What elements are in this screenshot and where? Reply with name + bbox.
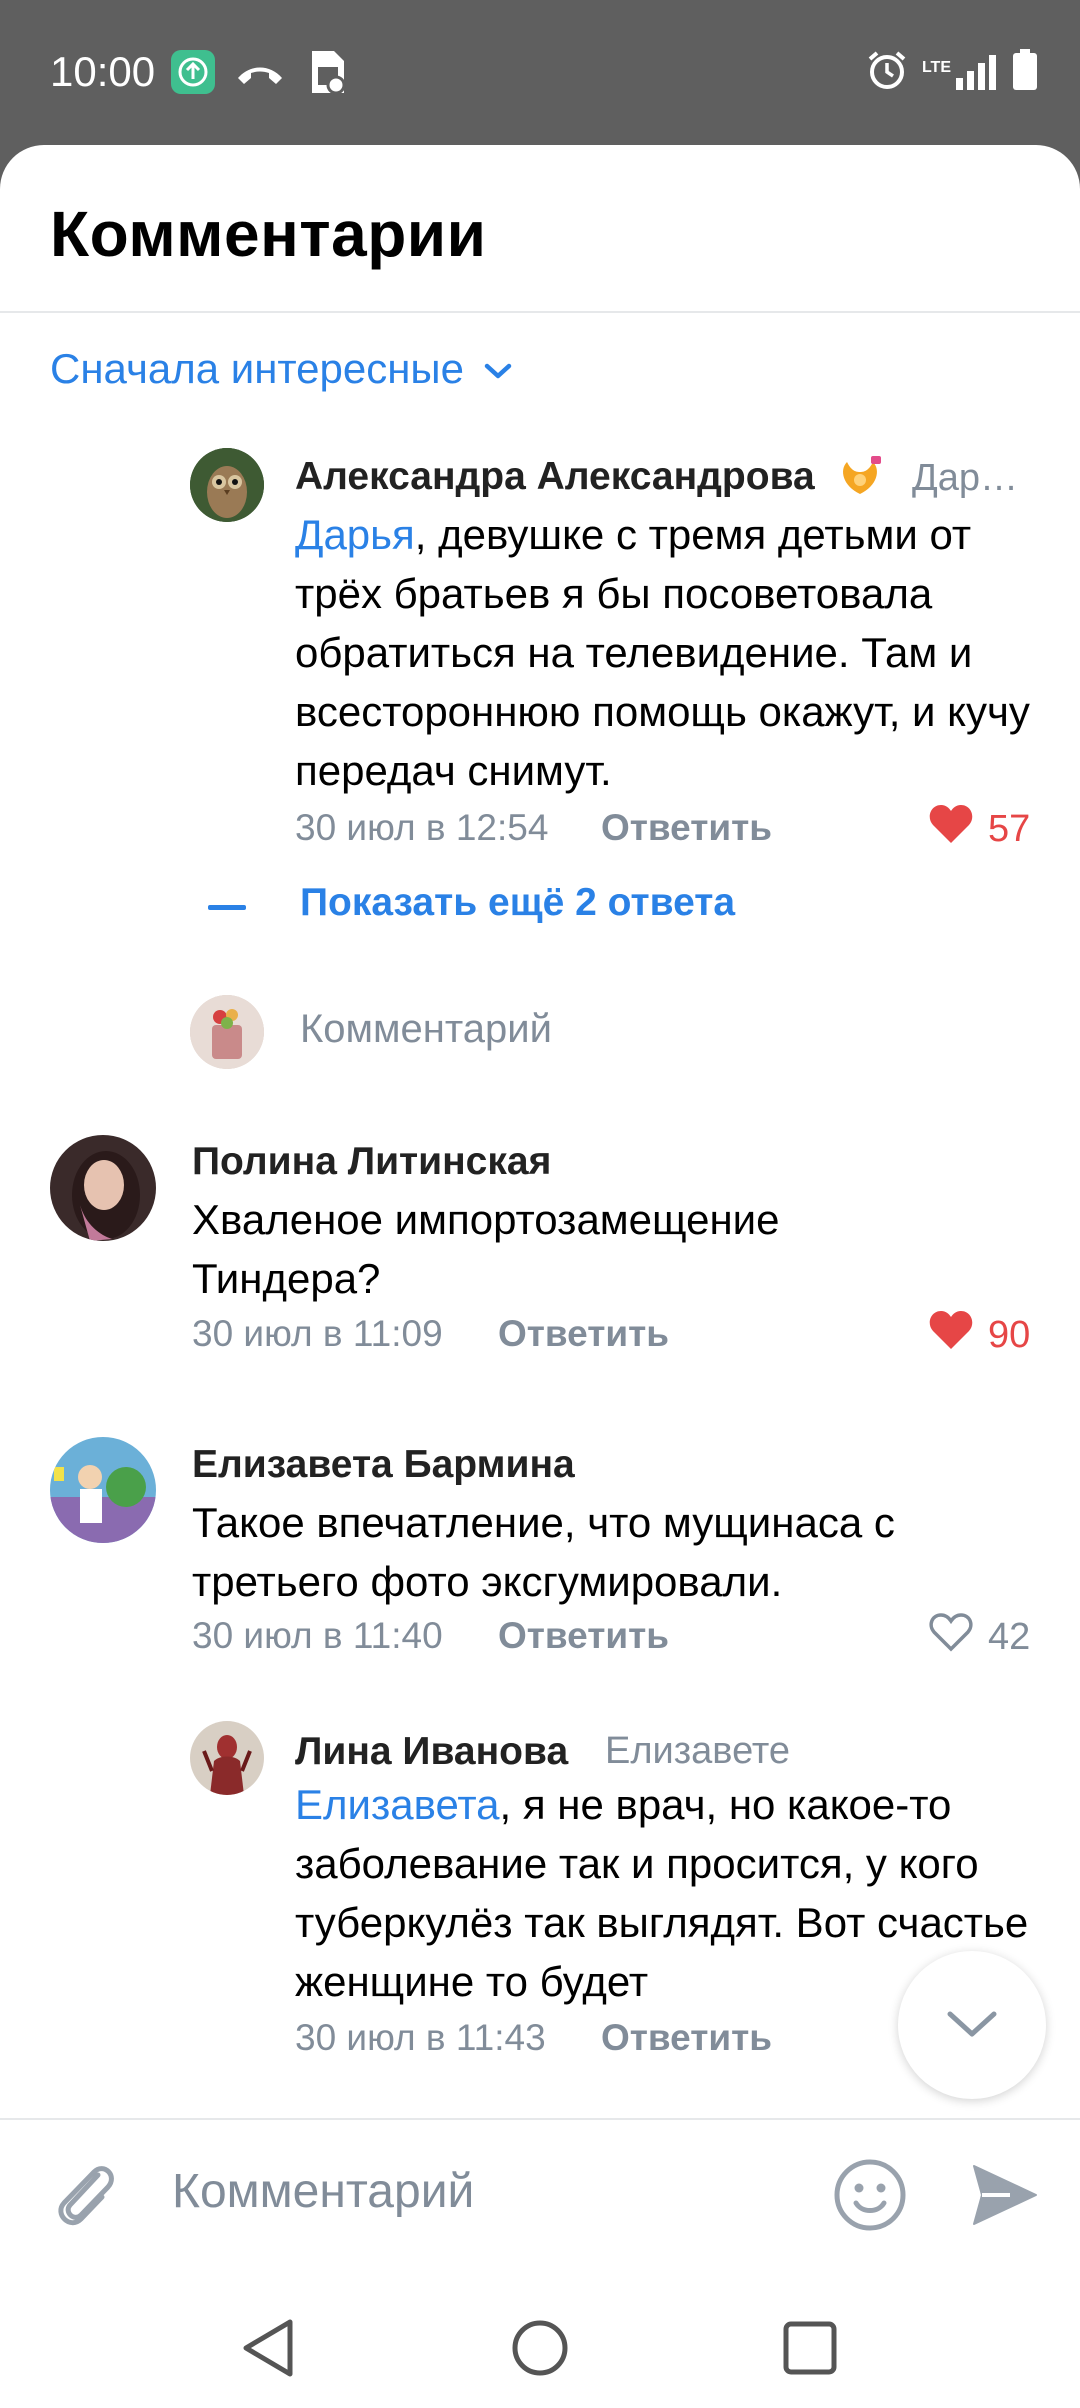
- emoji-icon[interactable]: [825, 2150, 915, 2240]
- comment-text: Такое впечатление, что мущинаса с третье…: [192, 1499, 895, 1605]
- like-button[interactable]: 42: [928, 1611, 1030, 1663]
- status-time: 10:00: [50, 48, 156, 95]
- avatar[interactable]: [50, 1135, 156, 1241]
- comment-timestamp: 30 июл в 11:43: [295, 2017, 546, 2058]
- comments-sheet: Комментарии Сначала интересные Александр…: [0, 145, 1080, 2408]
- status-bar: 10:00 LTE: [0, 0, 1080, 145]
- heart-icon: [928, 1309, 974, 1361]
- battery-icon: [1012, 48, 1038, 96]
- scroll-down-button[interactable]: [898, 1951, 1046, 2099]
- reply-button[interactable]: Ответить: [498, 1615, 669, 1657]
- comment-timestamp: 30 июл в 12:54: [295, 807, 549, 848]
- collapse-dash-icon: [208, 905, 246, 910]
- comment-author[interactable]: Елизавета Бармина: [192, 1443, 575, 1487]
- chevron-down-icon: [944, 2006, 1000, 2045]
- like-button[interactable]: 90: [928, 1309, 1030, 1361]
- back-icon[interactable]: [228, 2308, 308, 2388]
- sheet-header: Комментарии: [0, 145, 1080, 313]
- comment-author[interactable]: Лина Иванова: [295, 1730, 568, 1774]
- own-avatar: [190, 995, 264, 1069]
- lte-signal-icon: LTE: [922, 54, 998, 90]
- mention-link[interactable]: Елизавета: [295, 1781, 500, 1828]
- like-count: 42: [988, 1615, 1031, 1658]
- home-icon[interactable]: [500, 2308, 580, 2388]
- like-count: 57: [988, 807, 1031, 850]
- status-right-icons: LTE: [866, 48, 1038, 96]
- sim-settings-icon: [308, 50, 348, 95]
- heart-outline-icon: [928, 1611, 974, 1663]
- comment-timestamp: 30 июл в 11:40: [192, 1615, 443, 1656]
- thread-reply-placeholder: Комментарий: [300, 1007, 552, 1051]
- sort-label: Сначала интересные: [50, 345, 464, 392]
- page-title: Комментарии: [50, 198, 487, 270]
- alarm-icon: [866, 49, 908, 96]
- reply-button[interactable]: Ответить: [601, 807, 772, 849]
- chevron-down-icon: [482, 345, 514, 393]
- comment-text: Хваленое импортозамещение Тиндера?: [192, 1196, 780, 1302]
- avatar[interactable]: [190, 448, 264, 522]
- show-more-label: Показать ещё 2 ответа: [300, 881, 736, 924]
- reply-to-name[interactable]: Елизавете: [605, 1730, 790, 1773]
- avatar[interactable]: [50, 1437, 156, 1543]
- show-more-replies[interactable]: Показать ещё 2 ответа: [208, 881, 735, 924]
- mention-link[interactable]: Дарья: [295, 511, 415, 558]
- avatar[interactable]: [190, 1721, 264, 1795]
- reply-button[interactable]: Ответить: [498, 1313, 669, 1355]
- upload-notification-icon: [170, 50, 216, 94]
- network-label: LTE: [921, 59, 951, 76]
- comment-author[interactable]: Александра Александрова: [295, 455, 815, 499]
- missed-call-icon: [234, 50, 286, 94]
- comment-input[interactable]: Комментарий: [172, 2164, 474, 2219]
- comment-timestamp: 30 июл в 11:09: [192, 1313, 443, 1354]
- donut-badge-icon: [835, 450, 885, 503]
- like-count: 90: [988, 1313, 1031, 1356]
- comment-composer: Комментарий: [0, 2118, 1080, 2268]
- recents-icon[interactable]: [770, 2308, 850, 2388]
- attach-icon[interactable]: [40, 2150, 130, 2240]
- reply-to-name[interactable]: Дар…: [912, 457, 1018, 500]
- comment-author[interactable]: Полина Литинская: [192, 1140, 551, 1184]
- send-icon[interactable]: [960, 2150, 1050, 2240]
- comment-text: Дарья, девушке с тремя детьми от трёх бр…: [295, 505, 1040, 800]
- system-nav-bar: [0, 2268, 1080, 2408]
- sort-selector[interactable]: Сначала интересные: [50, 345, 514, 393]
- reply-button[interactable]: Ответить: [601, 2017, 772, 2059]
- heart-icon: [928, 803, 974, 855]
